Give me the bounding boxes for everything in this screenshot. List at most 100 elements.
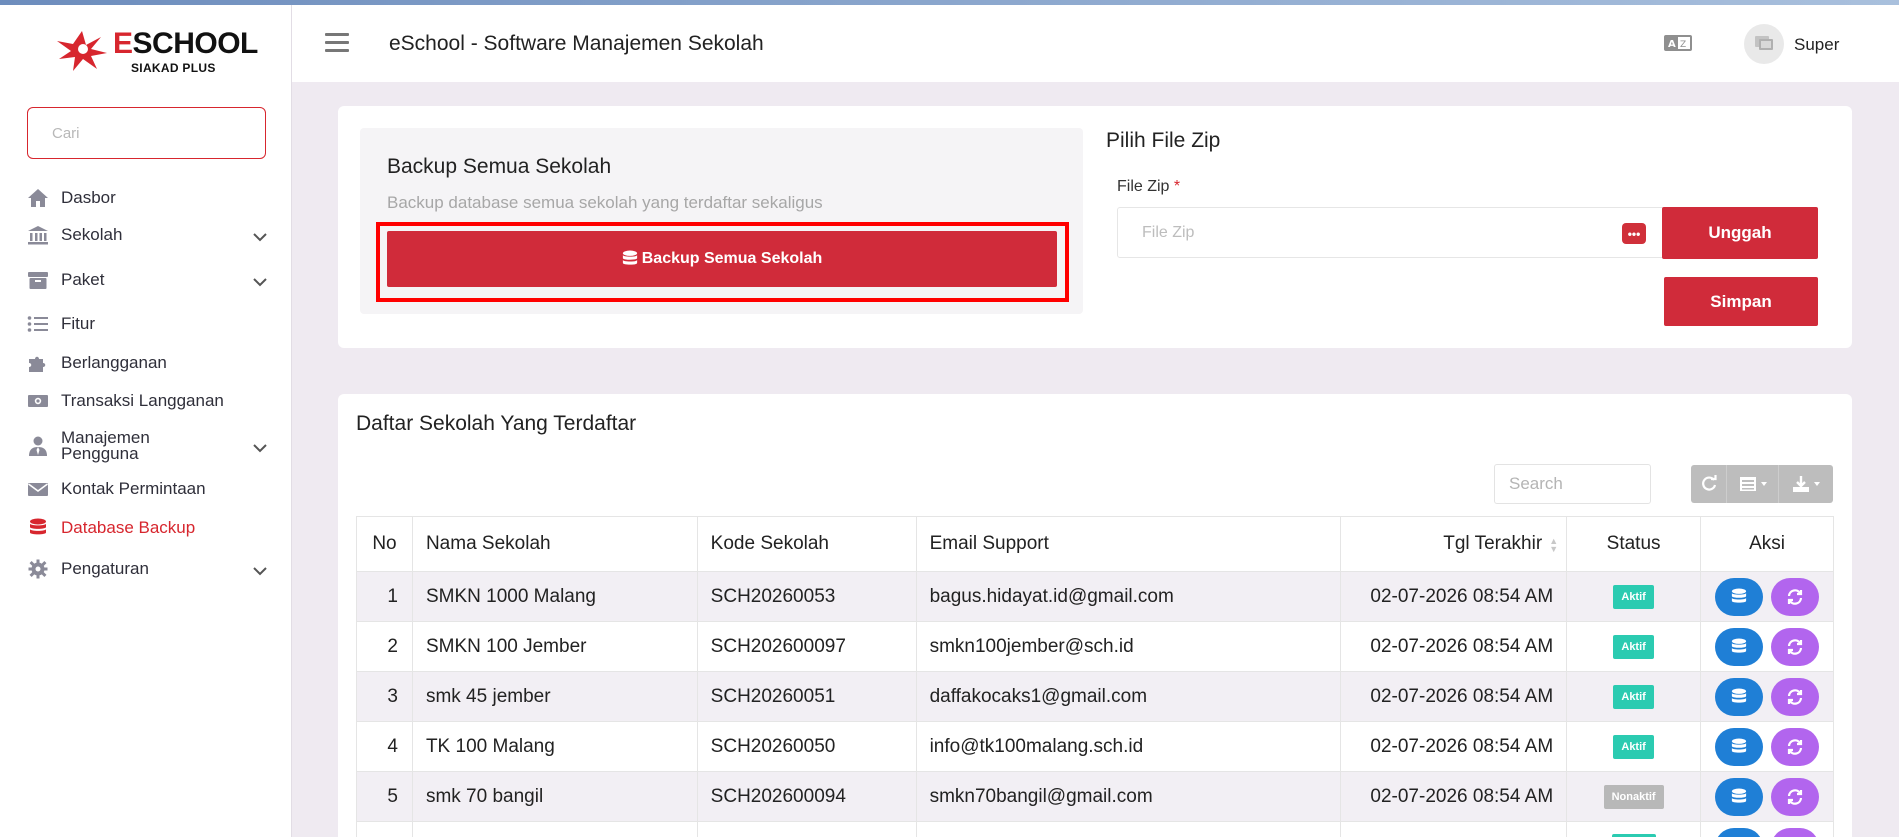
sidebar-item-transaksi-langganan[interactable]: Transaksi Langganan — [27, 386, 267, 416]
save-button[interactable]: Simpan — [1664, 277, 1818, 326]
support-email: bagus.hidayat.id@gmail.com — [915, 571, 1342, 622]
sort-icon[interactable]: ▲ ▼ — [1549, 537, 1558, 554]
database-icon — [1731, 588, 1747, 603]
brand-tagline: SIAKAD PLUS — [131, 61, 216, 75]
backup-school-button[interactable] — [1715, 777, 1764, 816]
highlight-box: Backup Semua Sekolah — [376, 222, 1069, 302]
database-icon — [1731, 688, 1747, 703]
sidebar-item-database-backup[interactable]: Database Backup — [27, 513, 267, 543]
table-row: 1 SMKN 1000 Malang SCH20260053 bagus.hid… — [356, 571, 1834, 622]
top-header: eSchool - Software Manajemen Sekolah AZ … — [292, 5, 1899, 82]
table-search-input[interactable] — [1495, 465, 1650, 503]
avatar[interactable] — [1744, 24, 1784, 64]
table-toolbar — [1691, 465, 1833, 503]
database-icon — [1731, 738, 1747, 753]
actions-cell — [1700, 621, 1834, 672]
backup-school-button[interactable] — [1715, 727, 1764, 766]
backup-all-button[interactable]: Backup Semua Sekolah — [387, 231, 1057, 287]
support-email: smkn100jember@sch.id — [915, 621, 1342, 672]
backup-school-button[interactable] — [1715, 627, 1764, 666]
school-name: smk 45 jember — [411, 671, 698, 722]
sync-icon — [1787, 738, 1803, 755]
sidebar-item-label: Berlangganan — [61, 353, 167, 372]
zip-field-label: File Zip * — [1117, 178, 1181, 195]
sidebar-item-pengaturan[interactable]: Pengaturan — [27, 554, 267, 584]
sidebar-item-label: Kontak Permintaan — [61, 479, 206, 498]
column-header-no: No — [356, 516, 413, 572]
status-cell: Aktif — [1566, 571, 1702, 622]
row-no: 2 — [356, 621, 413, 672]
brand-name: ESCHOOL — [113, 27, 258, 60]
restore-school-button[interactable] — [1771, 677, 1820, 716]
school-name — [411, 821, 698, 837]
sidebar-item-paket[interactable]: Paket — [27, 265, 267, 295]
zip-file-field[interactable]: ••• — [1117, 207, 1665, 258]
logo[interactable]: ESCHOOL SIAKAD PLUS — [55, 25, 265, 75]
gear-icon — [27, 558, 49, 580]
restore-school-button[interactable] — [1771, 777, 1820, 816]
chevron-down-icon — [253, 561, 267, 581]
backup-school-button[interactable] — [1715, 827, 1764, 837]
refresh-icon[interactable] — [1691, 465, 1727, 503]
export-download-icon[interactable] — [1779, 465, 1833, 503]
school-code: SCH202600097 — [696, 621, 917, 672]
archive-icon — [27, 269, 49, 291]
zip-file-input[interactable] — [1118, 208, 1664, 257]
schools-card: Daftar Sekolah Yang Terdaftar No Nama Se… — [338, 394, 1852, 837]
restore-school-button[interactable] — [1771, 727, 1820, 766]
table-row-partial — [356, 821, 1834, 837]
row-no: 1 — [356, 571, 413, 622]
restore-school-button[interactable] — [1771, 827, 1820, 837]
sync-icon — [1787, 688, 1803, 705]
upload-button[interactable]: Unggah — [1662, 207, 1818, 259]
chevron-down-icon — [253, 272, 267, 292]
actions-cell — [1700, 821, 1834, 837]
status-badge: Aktif — [1613, 585, 1654, 609]
user-name[interactable]: Super — [1794, 35, 1839, 55]
sync-icon — [1787, 638, 1803, 655]
backup-school-button[interactable] — [1715, 577, 1764, 616]
sidebar-item-label: Pengaturan — [61, 559, 149, 578]
table-row: 5 smk 70 bangil SCH202600094 smkn70bangi… — [356, 771, 1834, 822]
sidebar-item-dasbor[interactable]: Dasbor — [27, 183, 267, 213]
row-no: 5 — [356, 771, 413, 822]
support-email — [915, 821, 1342, 837]
sidebar-item-label: Database Backup — [61, 518, 196, 537]
sidebar-item-label: Fitur — [61, 314, 95, 333]
svg-text:A: A — [1668, 39, 1676, 50]
list-icon — [27, 313, 49, 335]
school-code: SCH20260053 — [696, 571, 917, 622]
backup-school-button[interactable] — [1715, 677, 1764, 716]
school-code: SCH20260050 — [696, 721, 917, 772]
school-code: SCH20260051 — [696, 671, 917, 722]
actions-cell — [1700, 571, 1834, 622]
columns-toggle-icon[interactable] — [1727, 465, 1779, 503]
sidebar-item-berlangganan[interactable]: Berlangganan — [27, 348, 267, 378]
school-code: SCH202600094 — [696, 771, 917, 822]
sidebar-item-manajemen-pengguna[interactable]: Manajemen Pengguna — [27, 426, 267, 466]
sidebar-item-fitur[interactable]: Fitur — [27, 309, 267, 339]
support-email: smkn70bangil@gmail.com — [915, 771, 1342, 822]
menu-toggle-icon[interactable] — [325, 33, 349, 53]
column-header-email: Email Support — [915, 516, 1342, 572]
sidebar-search[interactable] — [27, 107, 266, 159]
last-date — [1340, 821, 1568, 837]
status-cell: Aktif — [1566, 671, 1702, 722]
language-icon[interactable]: AZ — [1663, 33, 1693, 55]
chevron-down-icon — [253, 440, 267, 456]
schools-table: No Nama Sekolah Kode Sekolah Email Suppo… — [356, 516, 1834, 837]
table-row: 4 TK 100 Malang SCH20260050 info@tk100ma… — [356, 721, 1834, 772]
school-code — [696, 821, 917, 837]
actions-cell — [1700, 671, 1834, 722]
column-header-date[interactable]: Tgl Terakhir ▲ ▼ — [1340, 516, 1568, 572]
school-name: TK 100 Malang — [411, 721, 698, 772]
table-search[interactable] — [1494, 464, 1651, 504]
support-email: info@tk100malang.sch.id — [915, 721, 1342, 772]
browse-dots-icon[interactable]: ••• — [1622, 223, 1646, 244]
sidebar-search-input[interactable] — [28, 108, 265, 158]
sidebar-item-sekolah[interactable]: Sekolah — [27, 220, 267, 250]
restore-school-button[interactable] — [1771, 577, 1820, 616]
sidebar-item-kontak-permintaan[interactable]: Kontak Permintaan — [27, 474, 267, 504]
database-icon — [1731, 638, 1747, 653]
restore-school-button[interactable] — [1771, 627, 1820, 666]
